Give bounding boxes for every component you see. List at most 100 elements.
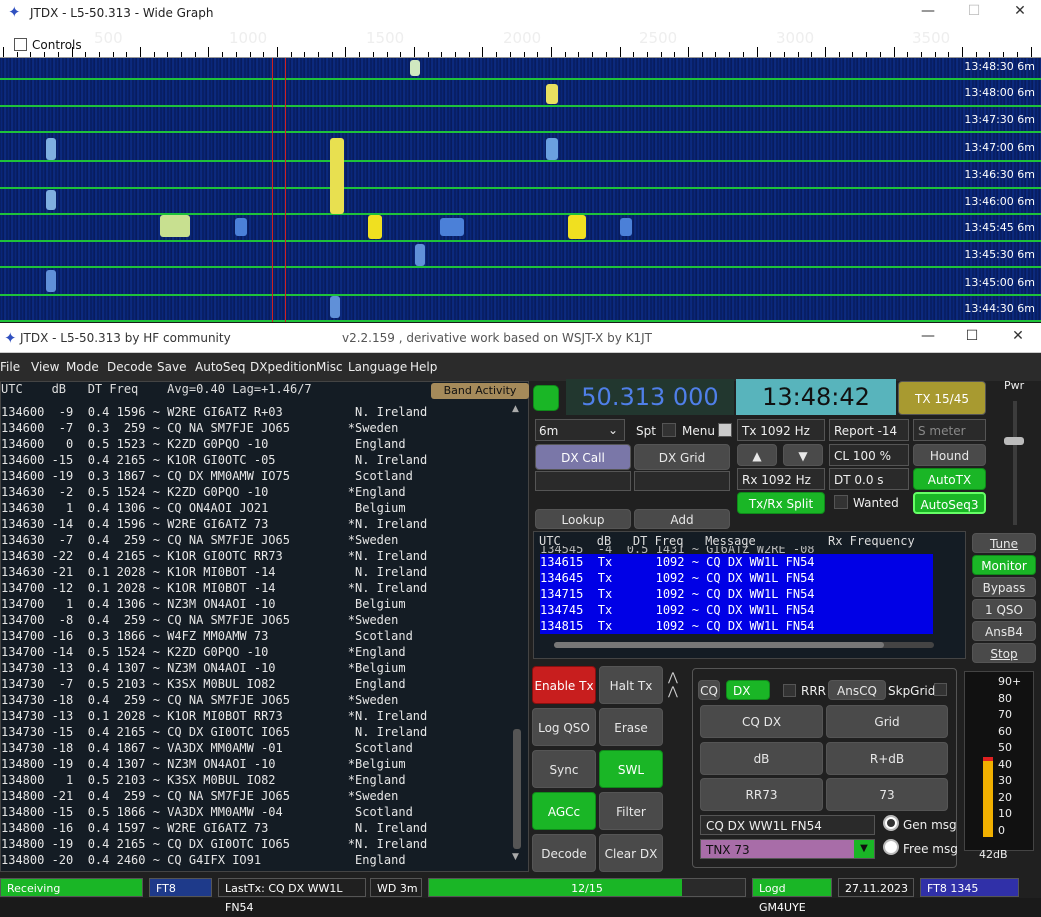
band-activity-scrollbar[interactable]: ▲ ▼ (510, 404, 524, 864)
arrows-icon[interactable]: ⋀ ⋀ (668, 670, 678, 698)
menu-decode[interactable]: Decode (107, 360, 153, 374)
chevron-down-icon[interactable]: ▼ (854, 840, 874, 858)
menu-checkbox[interactable] (718, 423, 732, 437)
lookup-button[interactable]: Lookup (535, 509, 631, 529)
menu-mode[interactable]: Mode (66, 360, 99, 374)
tx-row[interactable]: 134745 Tx 1092 ~ CQ DX WW1L FN54 (540, 602, 933, 618)
menu-help[interactable]: Help (410, 360, 437, 374)
decode-button[interactable]: Decode (532, 834, 596, 872)
free-msg-select[interactable]: TNX 73 ▼ (700, 839, 875, 859)
band-activity-row[interactable]: 134600 -15 0.4 2165 ~ K1OR GI0OTC -05 N.… (1, 452, 511, 468)
tx-row[interactable]: 134715 Tx 1092 ~ CQ DX WW1L FN54 (540, 586, 933, 602)
menu-file[interactable]: File (0, 360, 20, 374)
dt-spinbox[interactable]: DT 0.0 s (829, 468, 909, 490)
dx-button[interactable]: DX (726, 680, 770, 700)
tx-row[interactable]: 134615 Tx 1092 ~ CQ DX WW1L FN54 (540, 554, 933, 570)
gen-msg-field[interactable]: CQ DX WW1L FN54 (700, 815, 875, 835)
band-activity-row[interactable]: 134800 -19 0.4 2165 ~ CQ DX GI0OTC IO65 … (1, 836, 511, 852)
menu-misc[interactable]: Misc (316, 360, 343, 374)
minimize-button[interactable]: — (914, 3, 942, 23)
maximize-button[interactable]: ☐ (960, 3, 988, 23)
power-slider-track[interactable] (1013, 401, 1017, 525)
tx-frequency-spinbox[interactable]: Tx 1092 Hz (737, 419, 825, 441)
rrr-checkbox[interactable] (783, 684, 796, 697)
one-qso-button[interactable]: 1 QSO (972, 599, 1036, 619)
menu-dxpedition[interactable]: DXpedition (250, 360, 316, 374)
rx-frequency-panel[interactable]: UTC dB DT Freq Message Rx Frequency 1345… (533, 531, 966, 659)
band-activity-row[interactable]: 134800 -15 0.5 1866 ~ VA3DX MM0AMW -04 S… (1, 804, 511, 820)
cq-dx-message-button[interactable]: CQ DX (700, 705, 823, 738)
filter-button[interactable]: Filter (599, 792, 663, 830)
scroll-up-icon[interactable]: ▲ (512, 404, 519, 414)
band-activity-row[interactable]: 134730 -15 0.4 2165 ~ CQ DX GI0OTC IO65 … (1, 724, 511, 740)
rr73-message-button[interactable]: RR73 (700, 778, 823, 811)
band-activity-row[interactable]: 134600 -9 0.4 1596 ~ W2RE GI6ATZ R+03 N.… (1, 404, 511, 420)
monitor-button[interactable]: Monitor (972, 555, 1036, 575)
band-activity-row[interactable]: 134630 -2 0.5 1524 ~ K2ZD G0PQO -10 *Eng… (1, 484, 511, 500)
frequency-scale[interactable]: Controls 500 1000 1500 2000 2500 3000 35… (0, 26, 1041, 82)
cl-spinbox[interactable]: CL 100 % (829, 444, 909, 466)
power-slider-handle[interactable] (1004, 437, 1024, 445)
maximize-button[interactable]: ☐ (958, 328, 986, 348)
band-activity-row[interactable]: 134600 -19 0.3 1867 ~ CQ DX MM0AMW IO75 … (1, 468, 511, 484)
horizontal-scrollbar-thumb[interactable] (554, 642, 884, 648)
menu-language[interactable]: Language (348, 360, 407, 374)
close-button[interactable]: ✕ (1006, 3, 1034, 23)
cq-button[interactable]: CQ (698, 680, 720, 700)
tx-row[interactable]: 134815 Tx 1092 ~ CQ DX WW1L FN54 (540, 618, 933, 634)
freq-down-button[interactable]: ▼ (783, 444, 823, 466)
horizontal-scrollbar[interactable] (554, 642, 934, 648)
anscq-button[interactable]: AnsCQ (828, 680, 886, 700)
tune-button[interactable]: Tune (972, 533, 1036, 553)
autoseq3-button[interactable]: AutoSeq3 (913, 492, 986, 514)
enable-tx-button[interactable]: Enable Tx (532, 666, 596, 704)
band-activity-row[interactable]: 134630 1 0.4 1306 ~ CQ ON4AOI JO21 Belgi… (1, 500, 511, 516)
swl-mode-button[interactable]: SWL mode (599, 750, 663, 815)
db-message-button[interactable]: dB (700, 742, 823, 775)
log-qso-button[interactable]: Log QSO (532, 708, 596, 746)
band-activity-row[interactable]: 134730 -7 0.5 2103 ~ K3SX M0BUL IO82 Eng… (1, 676, 511, 692)
sync-button[interactable]: Sync (532, 750, 596, 788)
agcc-button[interactable]: AGCc (532, 792, 596, 830)
stop-button[interactable]: Stop (972, 643, 1036, 663)
band-activity-row[interactable]: 134630 -14 0.4 1596 ~ W2RE GI6ATZ 73 *N.… (1, 516, 511, 532)
r-db-message-button[interactable]: R+dB (826, 742, 948, 775)
scroll-down-icon[interactable]: ▼ (512, 852, 519, 862)
tx-list-scrollbar[interactable] (946, 562, 956, 622)
halt-tx-button[interactable]: Halt Tx (599, 666, 663, 704)
band-activity-row[interactable]: 134600 0 0.5 1523 ~ K2ZD G0PQO -10 Engla… (1, 436, 511, 452)
band-activity-row[interactable]: 134700 -14 0.5 1524 ~ K2ZD G0PQO -10 *En… (1, 644, 511, 660)
grid-message-button[interactable]: Grid (826, 705, 948, 738)
band-activity-row[interactable]: 134700 -12 0.1 2028 ~ K1OR MI0BOT -14 *N… (1, 580, 511, 596)
band-activity-row[interactable]: 134800 -20 0.4 2460 ~ CQ G4IFX IO91 Engl… (1, 852, 511, 868)
txrx-split-button[interactable]: Tx/Rx Split (737, 492, 825, 514)
bypass-button[interactable]: Bypass (972, 577, 1036, 597)
menu-view[interactable]: View (31, 360, 59, 374)
minimize-button[interactable]: — (914, 328, 942, 348)
add-button[interactable]: Add (634, 509, 730, 529)
seventy-three-message-button[interactable]: 73 (826, 778, 948, 811)
clear-dx-button[interactable]: Clear DX (599, 834, 663, 872)
scrollbar-thumb[interactable] (513, 729, 521, 849)
free-msg-radio[interactable] (883, 839, 899, 855)
erase-button[interactable]: Erase (599, 708, 663, 746)
spt-checkbox[interactable] (662, 423, 676, 437)
band-activity-row[interactable]: 134730 -18 0.4 1867 ~ VA3DX MM0AMW -01 S… (1, 740, 511, 756)
band-activity-list[interactable]: 134600 -9 0.4 1596 ~ W2RE GI6ATZ R+03 N.… (1, 404, 511, 868)
band-activity-row[interactable]: 134800 -16 0.4 1597 ~ W2RE GI6ATZ 73 N. … (1, 820, 511, 836)
tx-row[interactable]: 134645 Tx 1092 ~ CQ DX WW1L FN54 (540, 570, 933, 586)
report-spinbox[interactable]: Report -14 (829, 419, 909, 441)
hound-button[interactable]: Hound (913, 444, 986, 466)
band-activity-panel[interactable]: UTC dB DT Freq Avg=0.40 Lag=+1.46/7 Band… (0, 381, 529, 872)
dx-grid-field[interactable] (634, 471, 730, 491)
band-activity-row[interactable]: 134700 -16 0.3 1866 ~ W4FZ MM0AMW 73 Sco… (1, 628, 511, 644)
dx-call-button[interactable]: DX Call (535, 444, 631, 470)
band-activity-row[interactable]: 134700 1 0.4 1306 ~ NZ3M ON4AOI -10 Belg… (1, 596, 511, 612)
band-activity-row[interactable]: 134800 -21 0.4 259 ~ CQ NA SM7FJE JO65 *… (1, 788, 511, 804)
smeter-field[interactable]: S meter (913, 419, 986, 441)
band-activity-row[interactable]: 134700 -8 0.4 259 ~ CQ NA SM7FJE JO65 *S… (1, 612, 511, 628)
band-select[interactable]: 6m ⌄ (535, 419, 625, 441)
menu-autoseq[interactable]: AutoSeq (195, 360, 245, 374)
rx-frequency-spinbox[interactable]: Rx 1092 Hz (737, 468, 825, 490)
close-button[interactable]: ✕ (1004, 328, 1032, 348)
